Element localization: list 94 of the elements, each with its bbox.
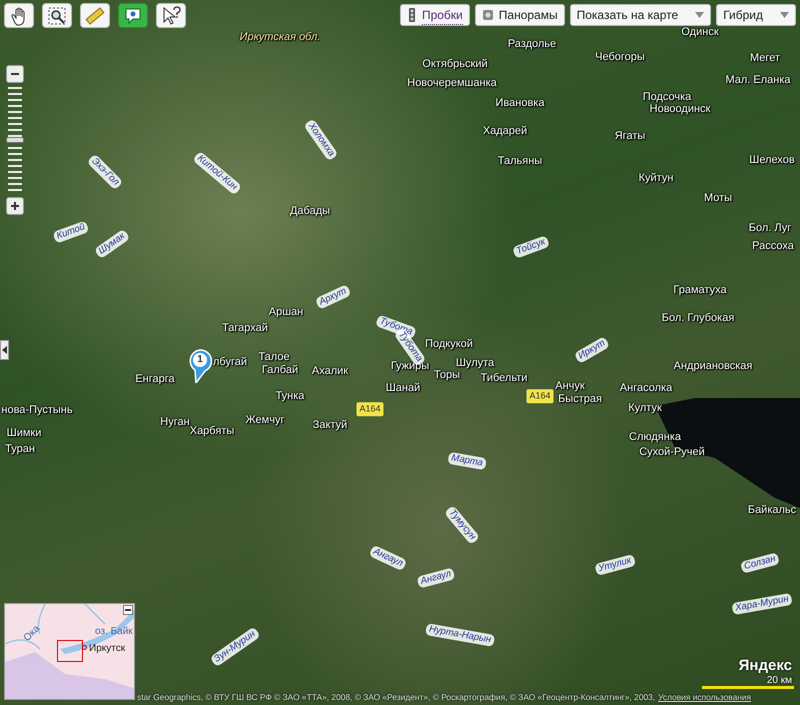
place-label: Нуган	[160, 414, 190, 430]
toolbar-button[interactable]	[42, 3, 72, 28]
river-label: Утулик	[594, 554, 636, 576]
place-label: Мал. Еланка	[725, 72, 791, 88]
place-label: Шимки	[6, 426, 42, 441]
place-label: Подкукой	[425, 336, 473, 352]
camera-icon	[482, 8, 494, 22]
place-label: Шулута	[456, 356, 494, 370]
place-label: Тальяны	[498, 154, 542, 169]
caret-icon	[695, 12, 704, 18]
place-label: Хадарей	[482, 124, 528, 139]
place-label: Тибельти	[480, 370, 528, 386]
river-label: Тойсук	[512, 235, 550, 259]
zoom-in-button[interactable]	[6, 197, 24, 215]
place-label: Андриановская	[674, 358, 752, 374]
place-label: Анчук	[555, 378, 585, 394]
zoom-slider-thumb[interactable]	[6, 137, 24, 143]
city-dot	[82, 645, 87, 650]
river-label: Марта	[447, 452, 487, 470]
place-label: Талое	[258, 350, 290, 364]
place-label: Байкальс	[748, 502, 796, 518]
place-label: Ягаты	[614, 128, 646, 144]
place-label: Подсочка	[642, 90, 692, 104]
dropdown-button[interactable]: Гибрид	[716, 4, 796, 26]
pointer-question-icon	[161, 6, 181, 26]
place-label: Куйтун	[638, 170, 674, 186]
place-label: Быстрая	[558, 392, 602, 407]
toolbar-button[interactable]	[118, 3, 148, 28]
place-label: Слюдянка	[629, 430, 681, 445]
place-label: Бол. Луг	[748, 220, 792, 236]
place-label: Аршан	[268, 304, 304, 320]
plus-icon	[10, 201, 20, 211]
place-label: Бол. Глубокая	[662, 310, 734, 326]
place-label: Новоодинск	[650, 102, 710, 117]
dropdown-button[interactable]: Показать на карте	[570, 4, 712, 26]
viewport-frame	[57, 640, 83, 662]
overview-map[interactable]: Ока оз. Байк Иркутск	[4, 603, 135, 700]
collapse-overview-button[interactable]	[123, 605, 133, 615]
traffic-light-icon	[406, 8, 417, 22]
zoom-out-button[interactable]	[6, 65, 24, 83]
terms-link[interactable]: Условия использования	[658, 691, 752, 704]
overview-label: оз. Байк	[95, 625, 133, 639]
place-label: Галбай	[262, 362, 298, 378]
place-label: Моты	[704, 190, 732, 206]
road-number: А164	[526, 389, 554, 403]
place-label: Харбяты	[190, 424, 234, 439]
overview-label: Ока	[20, 622, 44, 646]
scale-label: 20 км	[766, 674, 792, 688]
place-label: нова-Пустынь	[1, 402, 73, 418]
place-label: Ангасолка	[620, 380, 672, 396]
minus-icon	[125, 609, 131, 611]
place-label: Дабады	[290, 204, 330, 219]
yandex-logo: Яндекс	[738, 656, 792, 676]
toggle-button[interactable]: Пробки	[400, 4, 470, 26]
river-label: Хара-Мурин	[731, 592, 793, 616]
place-label: Рассоха	[752, 238, 794, 254]
place-label: Тунка	[276, 388, 304, 404]
pin-number: 1	[196, 353, 204, 367]
place-label: Одинск	[681, 24, 719, 40]
place-label: Шелехов	[749, 152, 795, 168]
place-label: Енгарга	[135, 372, 175, 387]
place-label: Ахалик	[312, 364, 348, 379]
place-label: Култук	[628, 400, 662, 416]
map-pin[interactable]: 1	[188, 349, 212, 383]
region-label: Иркутская обл.	[240, 30, 320, 45]
overview-label: Иркутск	[89, 642, 126, 656]
river-label: Солзан	[740, 552, 780, 574]
place-label: Ивановка	[496, 96, 544, 111]
collapse-arrow-button[interactable]	[0, 340, 9, 360]
satellite-map-imagery[interactable]	[0, 0, 800, 705]
place-label: Чебогоры	[595, 50, 645, 65]
speech-bubble-icon	[123, 6, 143, 26]
place-label: Туран	[5, 442, 35, 457]
toolbar-button[interactable]	[156, 3, 186, 28]
zoom-area-icon	[47, 6, 67, 26]
road-number: А164	[356, 402, 384, 416]
copyright-text: star Geographics, © ВТУ ГШ ВС РФ © ЗАО «ТТА», 2008, © ЗАО «Резидент», © Роскартография, © ЗАО «Геоцентр-Консалтинг», 2003,	[137, 691, 656, 704]
place-label: Граматуха	[673, 282, 727, 298]
river-label: Ангаул	[416, 567, 456, 589]
place-label: Жемчуг	[246, 412, 284, 428]
place-label: Новочеремшанка	[407, 76, 497, 91]
caret-icon	[780, 12, 789, 18]
place-label: Зактуй	[312, 418, 348, 433]
arrow-left-icon	[2, 346, 7, 354]
place-label: Октябрьский	[422, 56, 488, 72]
toolbar-button[interactable]	[4, 3, 34, 28]
place-label: Торы	[434, 368, 460, 383]
place-label: Раздолье	[508, 36, 556, 52]
toggle-button[interactable]: Панорамы	[474, 4, 565, 26]
place-label: Тагархай	[222, 320, 268, 336]
place-label: Шанай	[386, 380, 420, 396]
place-label: Сухой-Ручей	[639, 444, 705, 460]
place-label: лбугай	[213, 354, 247, 370]
place-label: Мегет	[750, 50, 780, 66]
